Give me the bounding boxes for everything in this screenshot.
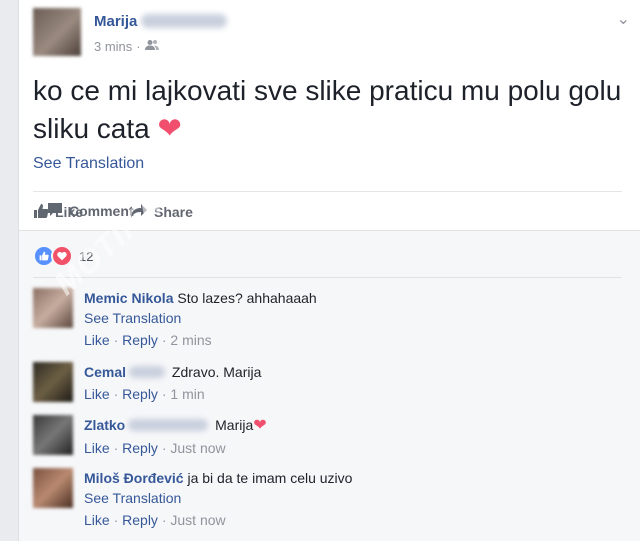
post-card: Marija 3 mins · ⌄ ko ce mi lajkovati sve…: [18, 0, 640, 541]
post-time[interactable]: 3 mins: [94, 39, 132, 54]
comment-time[interactable]: Just now: [170, 440, 225, 456]
reactions-count[interactable]: 12: [79, 249, 93, 264]
comment-reply-link[interactable]: Reply: [122, 512, 158, 528]
comment-body: Memic Nikola Sto lazes? ahhahaaah See Tr…: [84, 288, 614, 350]
commenter-name[interactable]: Cemal: [84, 364, 126, 380]
comment-see-translation-link[interactable]: See Translation: [84, 308, 614, 328]
friends-audience-icon[interactable]: [144, 39, 159, 54]
divider: [33, 191, 622, 192]
comment-text: Zdravo. Marija: [171, 364, 262, 380]
blurred-surname: [141, 14, 228, 28]
reactions-summary[interactable]: 12: [33, 245, 93, 267]
comment-body: Miloš Đorđević ja bi da te imam celu uzi…: [84, 468, 614, 530]
comment-button[interactable]: Comment: [47, 201, 183, 220]
love-reaction-icon: [51, 245, 73, 267]
action-bar: Like Comment Share: [33, 201, 193, 223]
post-author[interactable]: Marija: [94, 13, 228, 30]
comment-see-translation-link[interactable]: See Translation: [84, 488, 614, 508]
meta-separator: ·: [136, 39, 141, 54]
comment-meta: Like · Reply · Just now: [84, 512, 226, 528]
comment-reply-link[interactable]: Reply: [122, 440, 158, 456]
heart-emoji-icon: ❤: [253, 417, 267, 434]
comment-like-link[interactable]: Like: [84, 332, 110, 348]
see-translation-link[interactable]: See Translation: [33, 155, 144, 173]
comment-time[interactable]: 2 mins: [170, 332, 211, 348]
comment-label: Comment: [69, 202, 134, 219]
blurred-surname: [128, 419, 209, 431]
comment-reply-link[interactable]: Reply: [122, 332, 158, 348]
comment-like-link[interactable]: Like: [84, 512, 110, 528]
commenter-avatar[interactable]: [33, 288, 73, 328]
comment-body: Cemal Zdravo. Marija Like · Reply · 1 mi…: [84, 362, 614, 404]
comment-text: Sto lazes? ahhahaaah: [177, 290, 317, 306]
comment-meta: Like · Reply · Just now: [84, 440, 226, 456]
commenter-name[interactable]: Zlatko: [84, 417, 125, 433]
commenter-avatar[interactable]: [33, 468, 73, 508]
comment-text: ja bi da te imam celu uzivo: [187, 470, 353, 486]
commenter-avatar[interactable]: [33, 362, 73, 402]
author-avatar[interactable]: [33, 8, 81, 56]
author-name[interactable]: Marija: [94, 13, 137, 30]
post-meta: 3 mins ·: [94, 39, 159, 54]
blurred-surname: [129, 366, 166, 378]
commenter-name[interactable]: Memic Nikola: [84, 290, 173, 306]
comment-body: Zlatko Marija❤ Like · Reply · Just now: [84, 415, 614, 458]
chevron-down-icon[interactable]: ⌄: [617, 9, 630, 29]
comment-like-link[interactable]: Like: [84, 386, 110, 402]
commenter-avatar[interactable]: [33, 415, 73, 455]
comment-time[interactable]: 1 min: [170, 386, 204, 402]
comment-meta: Like · Reply · 1 min: [84, 386, 205, 402]
comment-bubble-icon: [47, 201, 63, 220]
comment-time[interactable]: Just now: [170, 512, 225, 528]
comment-meta: Like · Reply · 2 mins: [84, 332, 212, 348]
post-text: ko ce mi lajkovati sve slike praticu mu …: [33, 72, 623, 148]
comment-like-link[interactable]: Like: [84, 440, 110, 456]
divider: [33, 277, 622, 278]
post-text-content: ko ce mi lajkovati sve slike praticu mu …: [33, 75, 622, 144]
commenter-name[interactable]: Miloš Đorđević: [84, 470, 184, 486]
comment-text: Marija: [215, 417, 254, 433]
heart-emoji-icon: ❤: [157, 113, 182, 145]
comment-reply-link[interactable]: Reply: [122, 386, 158, 402]
